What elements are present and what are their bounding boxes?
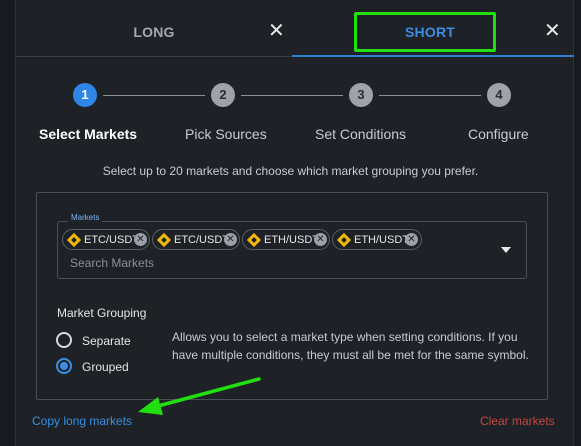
radio-grouped-label[interactable]: Grouped	[82, 360, 129, 374]
market-chip-label: ETH/USDT	[354, 234, 409, 246]
step-3-indicator[interactable]: 3	[349, 83, 373, 107]
market-chip[interactable]: ETH/USDT ✕	[242, 229, 330, 250]
remove-chip-icon[interactable]: ✕	[405, 233, 418, 246]
step-1-indicator[interactable]: 1	[73, 83, 97, 107]
chevron-down-icon[interactable]	[501, 247, 511, 253]
radio-separate[interactable]	[56, 332, 72, 348]
remove-chip-icon[interactable]: ✕	[314, 233, 327, 246]
binance-icon	[336, 232, 352, 248]
step-4-label[interactable]: Configure	[468, 126, 529, 142]
step-3-label[interactable]: Set Conditions	[315, 126, 406, 142]
radio-separate-label[interactable]: Separate	[82, 334, 131, 348]
right-divider	[573, 0, 574, 446]
step-4-indicator[interactable]: 4	[487, 83, 511, 107]
market-chip[interactable]: ETH/USDT ✕	[332, 229, 422, 250]
step-2-label[interactable]: Pick Sources	[185, 126, 267, 142]
grouping-description: Allows you to select a market type when …	[172, 330, 529, 362]
binance-icon	[246, 232, 262, 248]
tab-long[interactable]: LONG ✕	[16, 0, 292, 57]
market-chip-label: ETC/USDT	[84, 234, 139, 246]
market-chip[interactable]: ETC/USDT ✕	[62, 229, 150, 250]
left-frame	[0, 0, 16, 446]
binance-icon	[156, 232, 172, 248]
instructions-text: Select up to 20 markets and choose which…	[102, 164, 479, 178]
step-2-indicator[interactable]: 2	[211, 83, 235, 107]
search-markets-input[interactable]	[70, 255, 470, 271]
close-icon[interactable]: ✕	[268, 20, 285, 42]
remove-chip-icon[interactable]: ✕	[224, 233, 237, 246]
binance-icon	[66, 232, 82, 248]
tab-long-label: LONG	[133, 24, 175, 40]
clear-markets-link[interactable]: Clear markets	[480, 414, 555, 428]
step-connector	[103, 95, 205, 96]
market-chip-label: ETH/USDT	[264, 234, 319, 246]
right-frame	[574, 0, 581, 446]
market-grouping-title: Market Grouping	[57, 306, 147, 320]
step-1-label[interactable]: Select Markets	[39, 126, 137, 142]
market-chip[interactable]: ETC/USDT ✕	[152, 229, 240, 250]
copy-long-markets-link[interactable]: Copy long markets	[32, 414, 132, 428]
close-icon[interactable]: ✕	[544, 20, 561, 42]
step-connector	[241, 95, 343, 96]
market-chip-label: ETC/USDT	[174, 234, 229, 246]
step-connector	[379, 95, 481, 96]
markets-field-label: Markets	[68, 213, 103, 222]
annotation-highlight-box	[354, 12, 496, 52]
left-divider	[15, 0, 16, 446]
radio-grouped[interactable]	[56, 358, 72, 374]
remove-chip-icon[interactable]: ✕	[134, 233, 147, 246]
